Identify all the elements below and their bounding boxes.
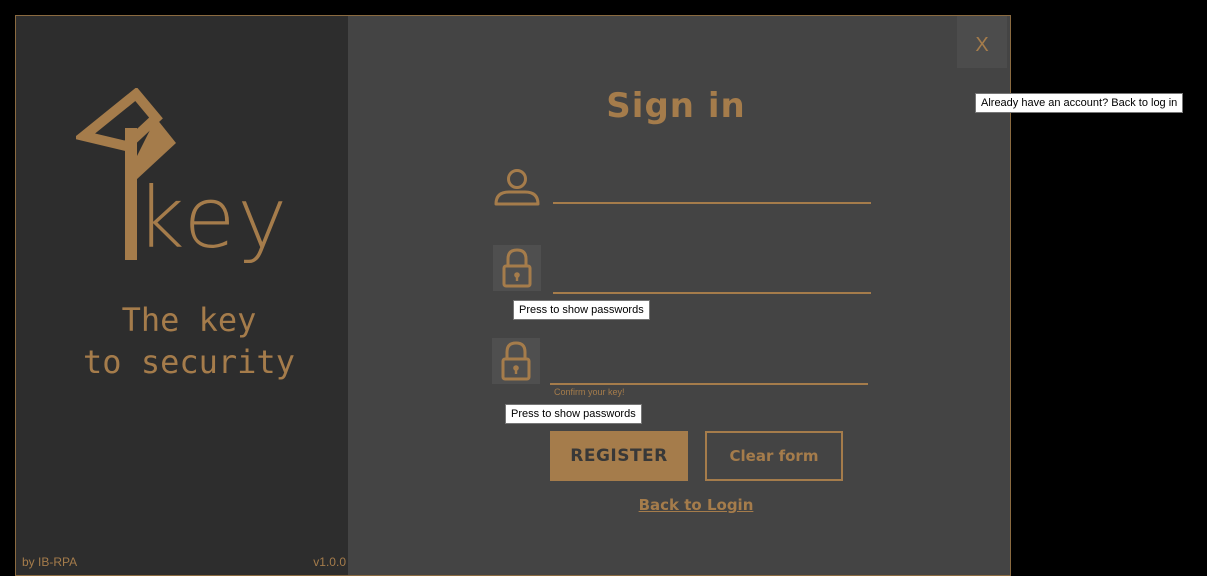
user-icon [494,169,540,206]
confirm-password-input[interactable] [550,353,868,385]
show-password-toggle[interactable] [493,245,541,291]
register-window: key The key to security by IB-RPA v1.0.0… [15,15,1011,576]
tagline: The key to security [83,301,295,381]
version-label: v1.0.0 [313,555,346,569]
back-to-login-link[interactable]: Back to Login [616,496,776,514]
show-password-tooltip: Press to show passwords [513,300,650,320]
show-confirm-password-toggle[interactable] [492,338,540,384]
lock-icon [502,248,532,288]
show-confirm-password-tooltip: Press to show passwords [505,404,642,424]
author-label: by IB-RPA [22,555,78,569]
page-title: Sign in [606,86,746,126]
username-input[interactable] [553,172,871,204]
password-input[interactable] [553,262,871,294]
confirm-hint: Confirm your key! [554,387,625,397]
register-button[interactable]: REGISTER [550,431,688,481]
clear-form-button[interactable]: Clear form [705,431,843,481]
lock-icon [501,341,531,381]
brand-panel: key The key to security by IB-RPA v1.0.0 [16,16,348,575]
logo-wordmark: key [136,169,290,267]
back-to-login-tooltip: Already have an account? Back to log in [975,93,1184,113]
close-button[interactable]: X [957,16,1007,68]
